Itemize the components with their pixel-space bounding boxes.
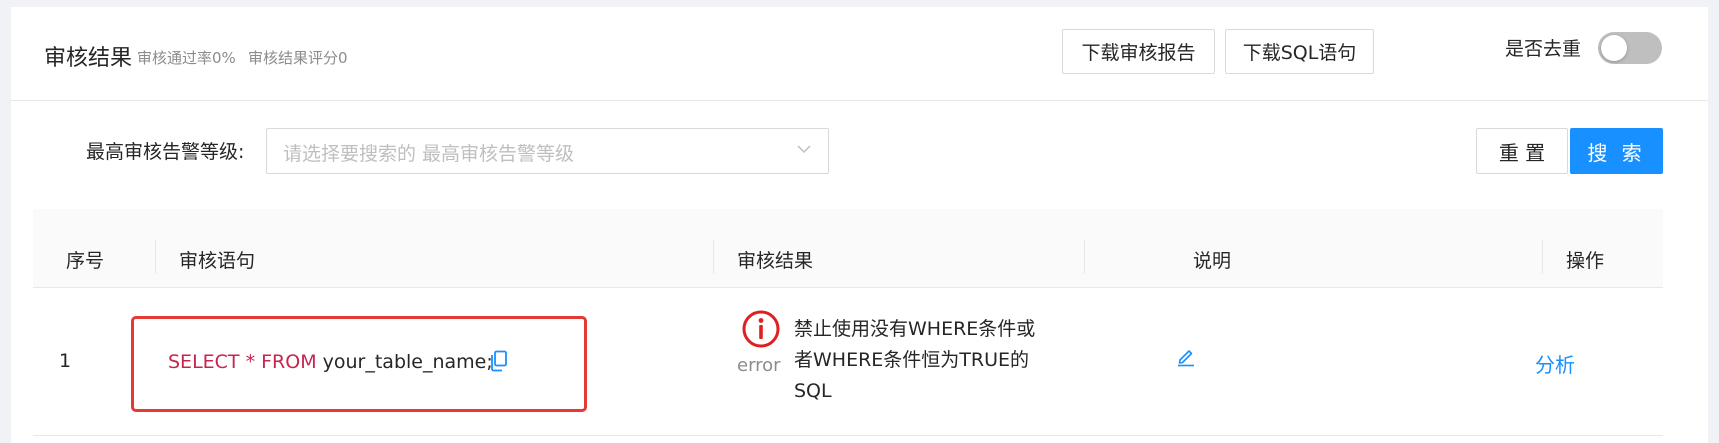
column-divider xyxy=(155,240,156,274)
column-header-result: 审核结果 xyxy=(737,250,814,272)
copy-icon[interactable] xyxy=(489,350,509,372)
chevron-down-icon xyxy=(797,145,811,154)
column-header-statement: 审核语句 xyxy=(179,250,256,272)
pass-rate-text: 审核通过率0% xyxy=(137,49,236,67)
edit-icon[interactable] xyxy=(1175,345,1197,367)
error-info-icon xyxy=(742,310,780,348)
download-report-button[interactable]: 下载审核报告 xyxy=(1062,29,1215,74)
column-divider xyxy=(713,240,714,274)
select-placeholder: 请选择要搜索的 最高审核告警等级 xyxy=(283,143,575,165)
result-level: error xyxy=(737,355,781,376)
filter-label: 最高审核告警等级: xyxy=(86,141,245,163)
sql-statement-cell: SELECT * FROM your_table_name; xyxy=(131,316,587,412)
column-header-index: 序号 xyxy=(66,250,105,272)
card-header: 审核结果 审核通过率0% 审核结果评分0 下载审核报告 下载SQL语句 xyxy=(11,7,1708,101)
column-divider xyxy=(1084,240,1085,274)
dedup-toggle[interactable] xyxy=(1598,32,1662,64)
row-index: 1 xyxy=(59,350,72,372)
search-button[interactable]: 搜 索 xyxy=(1570,128,1663,174)
column-header-action: 操作 xyxy=(1566,250,1605,272)
reset-button[interactable]: 重 置 xyxy=(1476,128,1568,174)
alert-level-select[interactable]: 请选择要搜索的 最高审核告警等级 xyxy=(266,128,829,174)
result-message: 禁止使用没有WHERE条件或者WHERE条件恒为TRUE的SQL xyxy=(794,318,1036,402)
column-header-description: 说明 xyxy=(1193,250,1232,272)
sql-table-name: your_table_name; xyxy=(316,351,493,373)
toggle-knob xyxy=(1601,35,1627,61)
column-divider xyxy=(1542,240,1543,274)
score-text: 审核结果评分0 xyxy=(248,49,348,67)
page-title: 审核结果 xyxy=(44,46,133,71)
sql-statement: SELECT * FROM your_table_name; xyxy=(168,351,493,373)
download-sql-button[interactable]: 下载SQL语句 xyxy=(1225,29,1374,74)
analyze-link[interactable]: 分析 xyxy=(1535,349,1575,378)
sql-keyword: SELECT * FROM xyxy=(168,351,317,373)
table-header xyxy=(33,209,1663,288)
dedup-label: 是否去重 xyxy=(1505,38,1582,60)
